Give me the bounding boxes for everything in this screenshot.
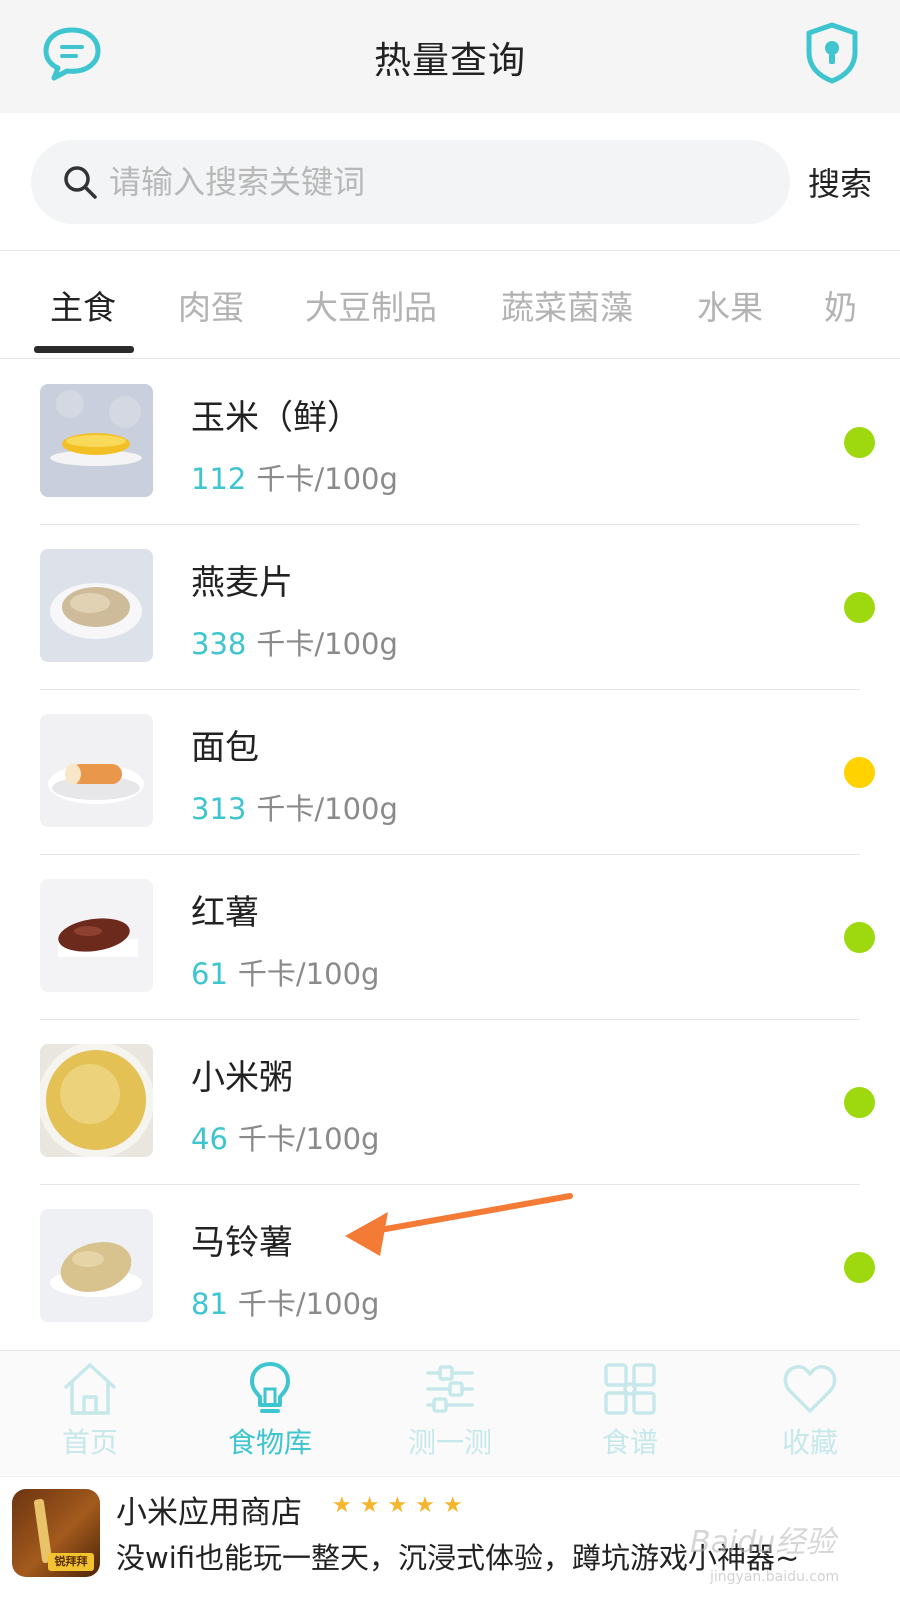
grid-icon bbox=[604, 1363, 656, 1415]
tab-vegetables[interactable]: 蔬菜菌藻 bbox=[501, 281, 633, 329]
tab-soy[interactable]: 大豆制品 bbox=[305, 281, 437, 329]
tab-food-library[interactable]: 食物库 bbox=[210, 1359, 330, 1461]
sweet-potato-image bbox=[40, 879, 153, 992]
food-name: 小米粥 bbox=[191, 1058, 293, 1098]
list-item[interactable]: 燕麦片 338 千卡/100g bbox=[0, 525, 900, 690]
ad-app-icon[interactable]: 锐拜拜 bbox=[12, 1489, 100, 1577]
bottom-tab-bar: 首页 食物库 测一测 食谱 收藏 bbox=[0, 1350, 900, 1475]
active-tab-indicator bbox=[34, 346, 134, 353]
food-name: 马铃薯 bbox=[191, 1223, 293, 1263]
app-icon-badge: 锐拜拜 bbox=[48, 1553, 94, 1571]
tab-label: 首页 bbox=[61, 1426, 118, 1459]
calorie-level-dot bbox=[844, 1087, 875, 1118]
calorie-level-dot bbox=[844, 427, 875, 458]
sliders-icon bbox=[426, 1365, 474, 1413]
food-calories: 61 千卡/100g bbox=[191, 957, 380, 991]
ad-banner[interactable]: 锐拜拜 小米应用商店 ★★★★★ 没wifi也能玩一整天，沉浸式体验，蹲坑游戏小… bbox=[0, 1476, 900, 1600]
corn-image bbox=[40, 384, 153, 497]
annotation-arrow-icon bbox=[345, 1193, 573, 1256]
page-title: 热量查询 bbox=[374, 39, 526, 82]
food-calories: 81 千卡/100g bbox=[191, 1287, 380, 1321]
watermark: Baidu经验 bbox=[690, 1525, 836, 1560]
search-input[interactable] bbox=[109, 154, 749, 210]
food-calories: 46 千卡/100g bbox=[191, 1122, 380, 1156]
ad-app-name: 小米应用商店 bbox=[116, 1495, 302, 1531]
calorie-level-dot bbox=[844, 592, 875, 623]
tab-dairy[interactable]: 奶 bbox=[824, 281, 857, 329]
millet-porridge-image bbox=[40, 1044, 153, 1157]
tab-label: 食谱 bbox=[601, 1426, 658, 1459]
search-bar-area: 搜索 bbox=[0, 113, 900, 251]
food-name: 燕麦片 bbox=[191, 563, 293, 603]
list-item[interactable]: 小米粥 46 千卡/100g bbox=[0, 1020, 900, 1185]
tab-fruit[interactable]: 水果 bbox=[697, 281, 763, 329]
tab-staple[interactable]: 主食 bbox=[50, 281, 116, 329]
list-item[interactable]: 玉米（鲜） 112 千卡/100g bbox=[0, 360, 900, 525]
food-calories: 313 千卡/100g bbox=[191, 792, 398, 826]
home-icon bbox=[64, 1363, 116, 1415]
tab-home[interactable]: 首页 bbox=[30, 1359, 150, 1461]
tab-meat-egg[interactable]: 肉蛋 bbox=[178, 281, 244, 329]
top-header: 热量查询 bbox=[0, 0, 900, 113]
watermark-url: jingyan.baidu.com bbox=[710, 1569, 840, 1585]
potato-image bbox=[40, 1209, 153, 1322]
list-item[interactable]: 面包 313 千卡/100g bbox=[0, 690, 900, 855]
food-calories: 338 千卡/100g bbox=[191, 627, 398, 661]
tab-label: 收藏 bbox=[781, 1426, 838, 1459]
food-name: 玉米（鲜） bbox=[191, 398, 361, 438]
category-tabs: 主食 肉蛋 大豆制品 蔬菜菌藻 水果 奶 bbox=[0, 251, 900, 359]
bread-image bbox=[40, 714, 153, 827]
search-box[interactable] bbox=[31, 140, 790, 224]
tab-favorites[interactable]: 收藏 bbox=[750, 1359, 870, 1461]
lightbulb-icon bbox=[250, 1362, 290, 1413]
tab-label: 食物库 bbox=[227, 1426, 312, 1459]
calorie-level-dot bbox=[844, 757, 875, 788]
ad-rating-stars: ★★★★★ bbox=[332, 1493, 471, 1518]
food-name: 面包 bbox=[191, 728, 259, 768]
heart-icon bbox=[783, 1365, 837, 1413]
tab-recipes[interactable]: 食谱 bbox=[570, 1359, 690, 1461]
oatmeal-image bbox=[40, 549, 153, 662]
search-icon bbox=[64, 166, 97, 199]
food-name: 红薯 bbox=[191, 893, 259, 933]
search-button[interactable]: 搜索 bbox=[808, 159, 872, 205]
tab-measure[interactable]: 测一测 bbox=[390, 1359, 510, 1461]
shield-lock-icon[interactable] bbox=[805, 22, 859, 84]
list-item[interactable]: 红薯 61 千卡/100g bbox=[0, 855, 900, 1020]
calorie-level-dot bbox=[844, 922, 875, 953]
food-calories: 112 千卡/100g bbox=[191, 462, 398, 496]
tab-label: 测一测 bbox=[407, 1426, 492, 1459]
calorie-level-dot bbox=[844, 1252, 875, 1283]
